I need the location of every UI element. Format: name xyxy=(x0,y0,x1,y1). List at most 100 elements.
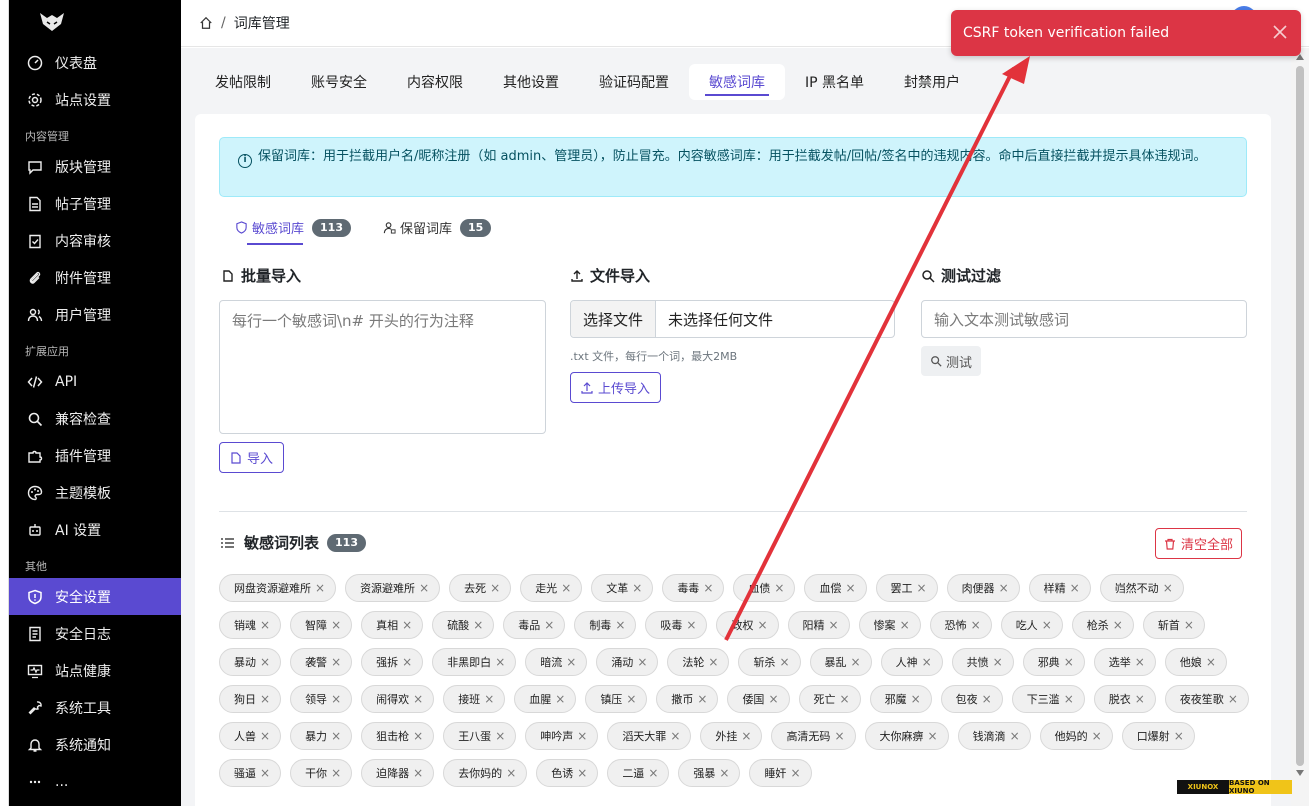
remove-icon[interactable]: × xyxy=(982,692,992,706)
word-tag[interactable]: 惨案 × xyxy=(858,611,921,639)
remove-icon[interactable]: × xyxy=(851,655,861,669)
word-tag[interactable]: 镇压 × xyxy=(585,685,648,713)
logo[interactable] xyxy=(9,0,181,44)
word-tag[interactable]: 色诱 × xyxy=(536,759,599,787)
word-tag[interactable]: 选举 × xyxy=(1093,648,1156,676)
remove-icon[interactable]: × xyxy=(490,581,500,595)
remove-icon[interactable]: × xyxy=(331,618,341,632)
remove-icon[interactable]: × xyxy=(1010,729,1020,743)
word-tag[interactable]: 狙击枪 × xyxy=(361,722,435,750)
word-tag[interactable]: 文革 × xyxy=(591,574,654,602)
remove-icon[interactable]: × xyxy=(845,581,855,595)
remove-icon[interactable]: × xyxy=(1135,655,1145,669)
sidebar-item[interactable]: 站点健康 xyxy=(9,652,181,689)
word-tag[interactable]: 法轮 × xyxy=(667,648,730,676)
word-tag[interactable]: 暴力 × xyxy=(290,722,353,750)
remove-icon[interactable]: × xyxy=(577,766,587,780)
remove-icon[interactable]: × xyxy=(993,655,1003,669)
remove-icon[interactable]: × xyxy=(632,581,642,595)
word-tag[interactable]: 闹得欢 × xyxy=(361,685,435,713)
remove-icon[interactable]: × xyxy=(419,581,429,595)
word-tag[interactable]: 人神 × xyxy=(880,648,943,676)
sidebar-item[interactable]: 系统通知 xyxy=(9,726,181,763)
remove-icon[interactable]: × xyxy=(971,618,981,632)
remove-icon[interactable]: × xyxy=(331,766,341,780)
remove-icon[interactable]: × xyxy=(1174,729,1184,743)
remove-icon[interactable]: × xyxy=(719,766,729,780)
remove-icon[interactable]: × xyxy=(566,655,576,669)
word-tag[interactable]: 枪杀 × xyxy=(1071,611,1134,639)
word-tag[interactable]: 外挂 × xyxy=(700,722,763,750)
word-tag[interactable]: 销魂 × xyxy=(219,611,282,639)
choose-file-button[interactable]: 选择文件 xyxy=(571,301,657,337)
word-tag[interactable]: 下三滥 × xyxy=(1011,685,1085,713)
subtab-reserved[interactable]: 保留词库 15 xyxy=(377,218,497,245)
sidebar-item[interactable]: 内容审核 xyxy=(9,222,181,259)
word-tag[interactable]: 资源避难所 × xyxy=(345,574,441,602)
sidebar-item[interactable]: 安全日志 xyxy=(9,615,181,652)
word-tag[interactable]: 强拆 × xyxy=(361,648,424,676)
word-tag[interactable]: 人兽 × xyxy=(219,722,282,750)
clear-all-button[interactable]: 清空全部 xyxy=(1155,528,1243,559)
word-tag[interactable]: 智障 × xyxy=(290,611,353,639)
sidebar-item[interactable]: 附件管理 xyxy=(9,259,181,296)
word-tag[interactable]: 他妈的 × xyxy=(1039,722,1113,750)
word-tag[interactable]: 包夜 × xyxy=(940,685,1003,713)
remove-icon[interactable]: × xyxy=(686,618,696,632)
word-tag[interactable]: 死亡 × xyxy=(798,685,861,713)
sidebar-item[interactable]: 仪表盘 xyxy=(9,44,181,81)
word-tag[interactable]: 夜夜笙歌 × xyxy=(1164,685,1249,713)
remove-icon[interactable]: × xyxy=(1070,581,1080,595)
tab[interactable]: 发帖限制 xyxy=(195,64,291,100)
sidebar-item[interactable]: 版块管理 xyxy=(9,148,181,185)
sidebar-item[interactable]: 用户管理 xyxy=(9,296,181,333)
word-tag[interactable]: 斩杀 × xyxy=(738,648,801,676)
word-tag[interactable]: 高清无码 × xyxy=(771,722,856,750)
word-tag[interactable]: 网盘资源避难所 × xyxy=(219,574,337,602)
remove-icon[interactable]: × xyxy=(331,655,341,669)
word-tag[interactable]: 政权 × xyxy=(716,611,779,639)
remove-icon[interactable]: × xyxy=(260,766,270,780)
word-tag[interactable]: 血偿 × xyxy=(804,574,867,602)
scrollbar-thumb[interactable] xyxy=(1296,66,1304,766)
remove-icon[interactable]: × xyxy=(544,618,554,632)
remove-icon[interactable]: × xyxy=(900,618,910,632)
word-tag[interactable]: 阳精 × xyxy=(787,611,850,639)
remove-icon[interactable]: × xyxy=(506,766,516,780)
word-tag[interactable]: 斩首 × xyxy=(1142,611,1205,639)
remove-icon[interactable]: × xyxy=(1064,655,1074,669)
sidebar-item[interactable]: ... xyxy=(9,763,181,800)
word-tag[interactable]: 骚逼 × xyxy=(219,759,282,787)
word-tag[interactable]: 涌动 × xyxy=(596,648,659,676)
word-tag[interactable]: 口爆射 × xyxy=(1121,722,1195,750)
scrollbar[interactable] xyxy=(1291,48,1309,806)
word-tag[interactable]: 暴动 × xyxy=(219,648,282,676)
sidebar-item[interactable]: 安全设置 xyxy=(9,578,181,615)
word-tag[interactable]: 他娘 × xyxy=(1164,648,1227,676)
word-tag[interactable]: 暗流 × xyxy=(525,648,588,676)
word-tag[interactable]: 狗日 × xyxy=(219,685,282,713)
remove-icon[interactable]: × xyxy=(829,618,839,632)
remove-icon[interactable]: × xyxy=(741,729,751,743)
word-tag[interactable]: 血腥 × xyxy=(514,685,577,713)
tab[interactable]: 内容权限 xyxy=(387,64,483,100)
tab[interactable]: 账号安全 xyxy=(291,64,387,100)
word-tag[interactable]: 制毒 × xyxy=(574,611,637,639)
remove-icon[interactable]: × xyxy=(703,581,713,595)
remove-icon[interactable]: × xyxy=(315,581,325,595)
remove-icon[interactable]: × xyxy=(999,581,1009,595)
word-tag[interactable]: 二逼 × xyxy=(607,759,670,787)
remove-icon[interactable]: × xyxy=(708,655,718,669)
word-tag[interactable]: 血债 × xyxy=(733,574,796,602)
remove-icon[interactable]: × xyxy=(1113,618,1123,632)
remove-icon[interactable]: × xyxy=(911,692,921,706)
test-button[interactable]: 测试 xyxy=(921,346,982,376)
tab[interactable]: 其他设置 xyxy=(483,64,579,100)
sidebar-item[interactable]: 兼容检查 xyxy=(9,400,181,437)
tab[interactable]: 封禁用户 xyxy=(884,64,980,100)
word-tag[interactable]: 真相 × xyxy=(361,611,424,639)
word-tag[interactable]: 硫酸 × xyxy=(432,611,495,639)
word-tag[interactable]: 倭国 × xyxy=(727,685,790,713)
remove-icon[interactable]: × xyxy=(577,729,587,743)
sidebar-item[interactable]: API xyxy=(9,363,181,400)
